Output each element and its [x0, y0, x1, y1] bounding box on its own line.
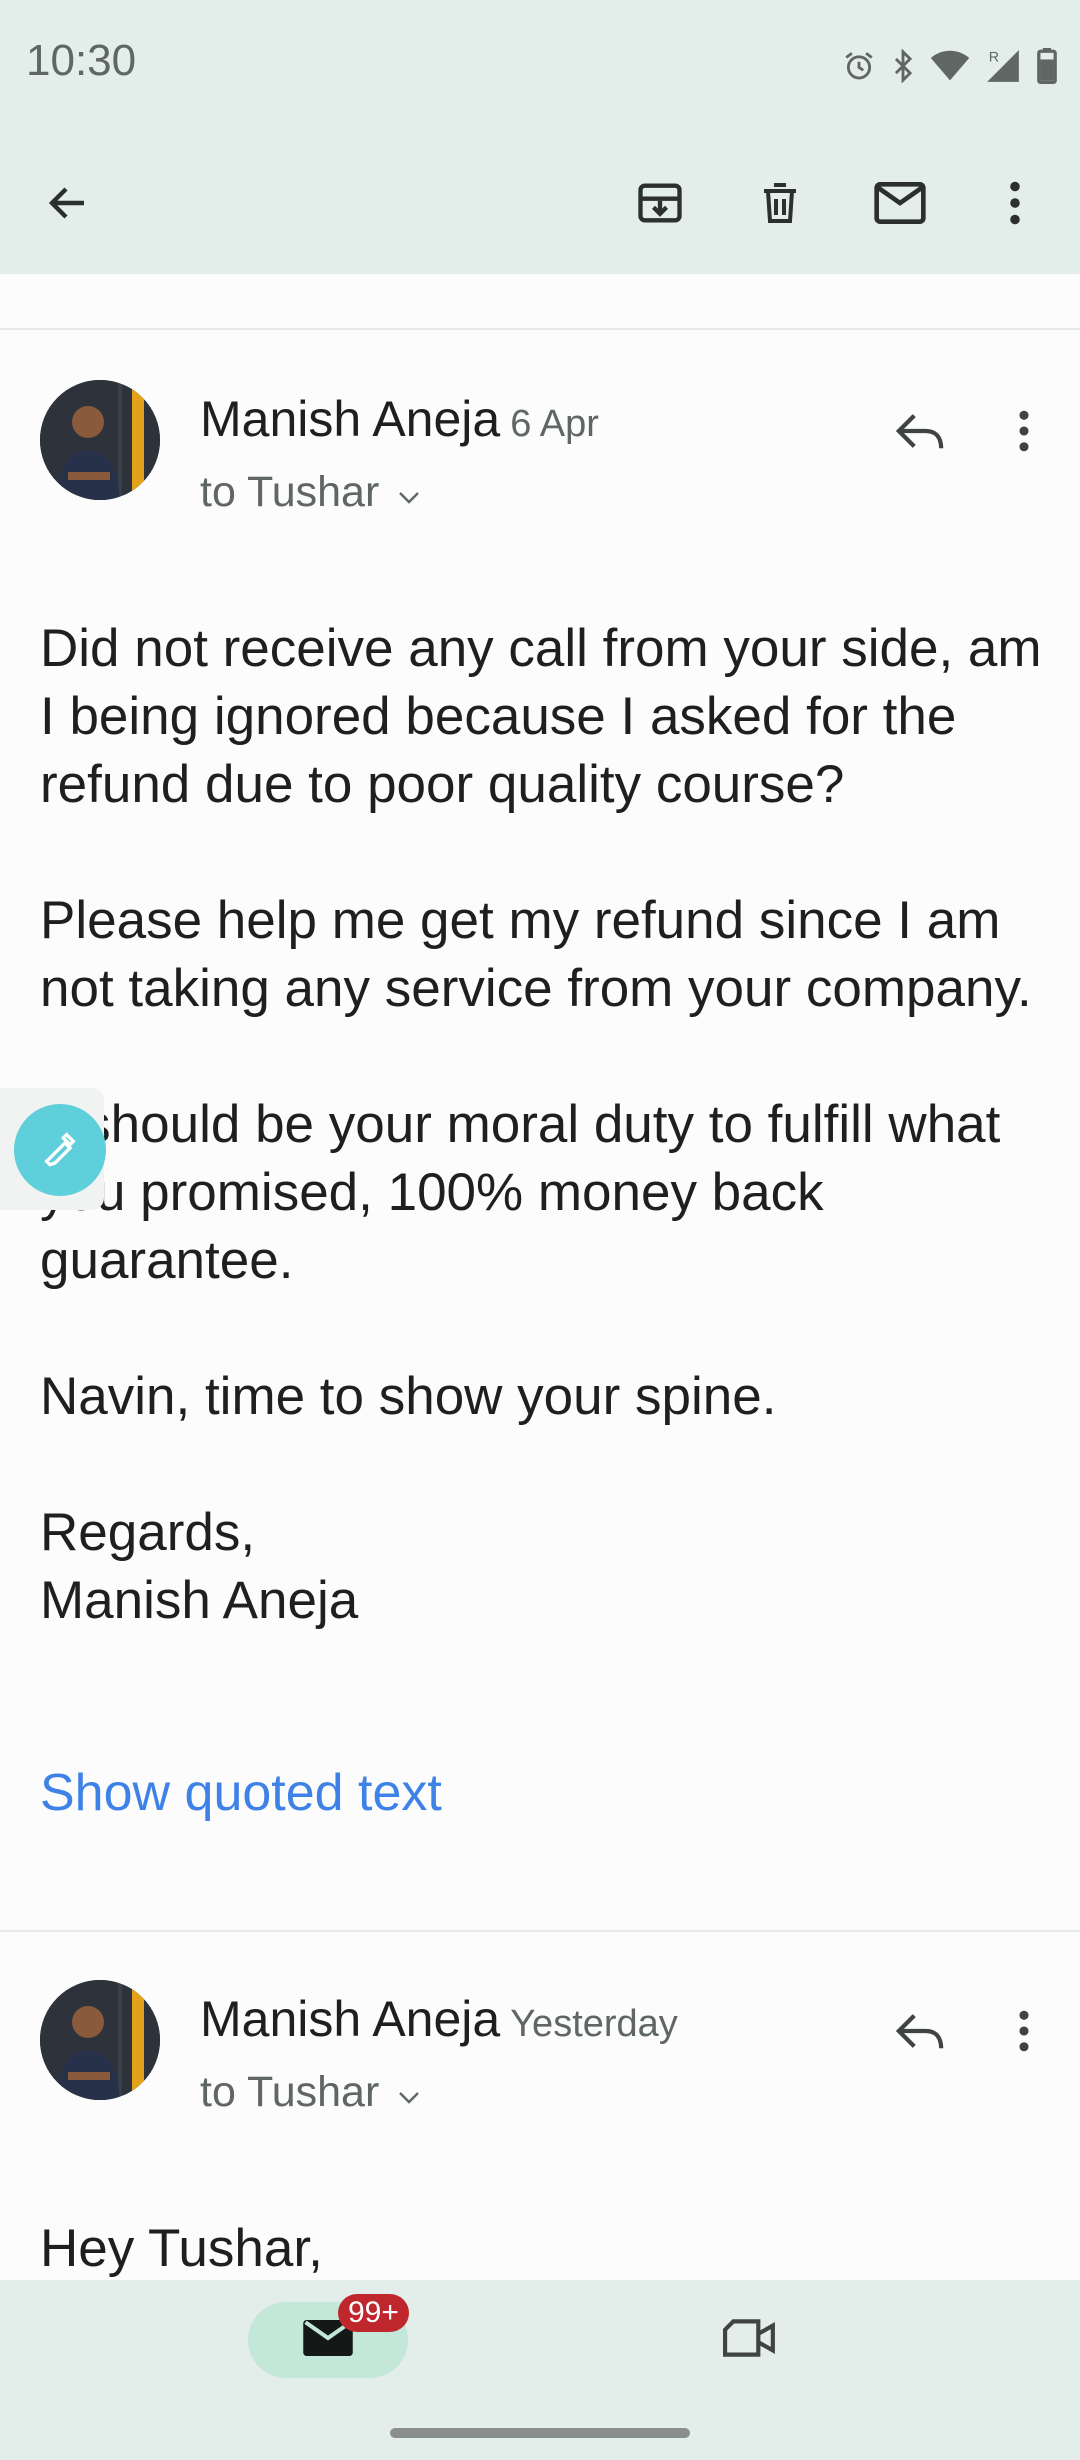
top-app-bar: [0, 132, 1080, 274]
more-vert-icon[interactable]: [975, 163, 1055, 243]
body-paragraph: Navin, time to show your spine.: [40, 1367, 777, 1426]
alarm-icon: [842, 49, 876, 83]
status-bar: 10:30 R: [0, 0, 1080, 132]
sender-line: Manish Aneja 6 Apr: [200, 390, 599, 448]
body-paragraph: Regards,: [40, 1503, 256, 1562]
eyedropper-icon: [40, 1128, 80, 1173]
avatar[interactable]: [40, 380, 160, 500]
message-date: Yesterday: [510, 2003, 678, 2045]
wifi-icon: [930, 50, 970, 82]
message-body: Hey Tushar,: [40, 2215, 1050, 2283]
mark-unread-icon[interactable]: [860, 163, 940, 243]
svg-text:R: R: [989, 49, 999, 65]
edit-fab[interactable]: [14, 1104, 106, 1196]
recipient-label: to Tushar: [200, 468, 380, 516]
status-time: 10:30: [26, 36, 137, 85]
message-item: Manish Aneja 6 Apr to Tushar Did not rece…: [0, 330, 1080, 1930]
delete-icon[interactable]: [740, 163, 820, 243]
recipient-toggle[interactable]: to Tushar: [200, 2068, 421, 2117]
recipient-label: to Tushar: [200, 2068, 380, 2116]
sender-name: Manish Aneja: [200, 1991, 501, 2047]
battery-icon: [1036, 48, 1058, 84]
bluetooth-icon: [890, 49, 916, 83]
avatar[interactable]: [40, 1980, 160, 2100]
meet-video-icon: [723, 2318, 777, 2363]
back-arrow-icon[interactable]: [28, 163, 108, 243]
signal-roaming-icon: R: [984, 47, 1022, 85]
body-paragraph: Manish Aneja: [40, 1571, 359, 1630]
sender-name: Manish Aneja: [200, 391, 501, 447]
nav-meet[interactable]: [710, 2300, 790, 2380]
body-paragraph: Please help me get my refund since I am …: [40, 891, 1032, 1018]
body-paragraph: Did not receive any call from your side,…: [40, 619, 1042, 814]
reply-icon[interactable]: [880, 1991, 960, 2071]
body-paragraph: Hey Tushar,: [40, 2219, 323, 2278]
reply-icon[interactable]: [880, 391, 960, 471]
status-icons: R: [842, 46, 1058, 86]
message-body: Did not receive any call from your side,…: [40, 615, 1050, 1635]
chevron-down-icon: [397, 2068, 421, 2117]
more-vert-icon[interactable]: [984, 1991, 1064, 2071]
show-quoted-text-link[interactable]: Show quoted text: [40, 1763, 442, 1823]
archive-icon[interactable]: [620, 163, 700, 243]
message-date: 6 Apr: [510, 403, 599, 445]
sender-line: Manish Aneja Yesterday: [200, 1990, 678, 2048]
unread-count-badge: 99+: [338, 2294, 409, 2332]
bottom-navigation: 99+: [0, 2280, 1080, 2460]
more-vert-icon[interactable]: [984, 391, 1064, 471]
home-indicator[interactable]: [390, 2428, 690, 2438]
recipient-toggle[interactable]: to Tushar: [200, 468, 421, 517]
chevron-down-icon: [397, 468, 421, 517]
body-paragraph: It should be your moral duty to fulfill …: [40, 1095, 1001, 1290]
message-item: Manish Aneja Yesterday to Tushar Hey Tush…: [0, 1930, 1080, 2280]
